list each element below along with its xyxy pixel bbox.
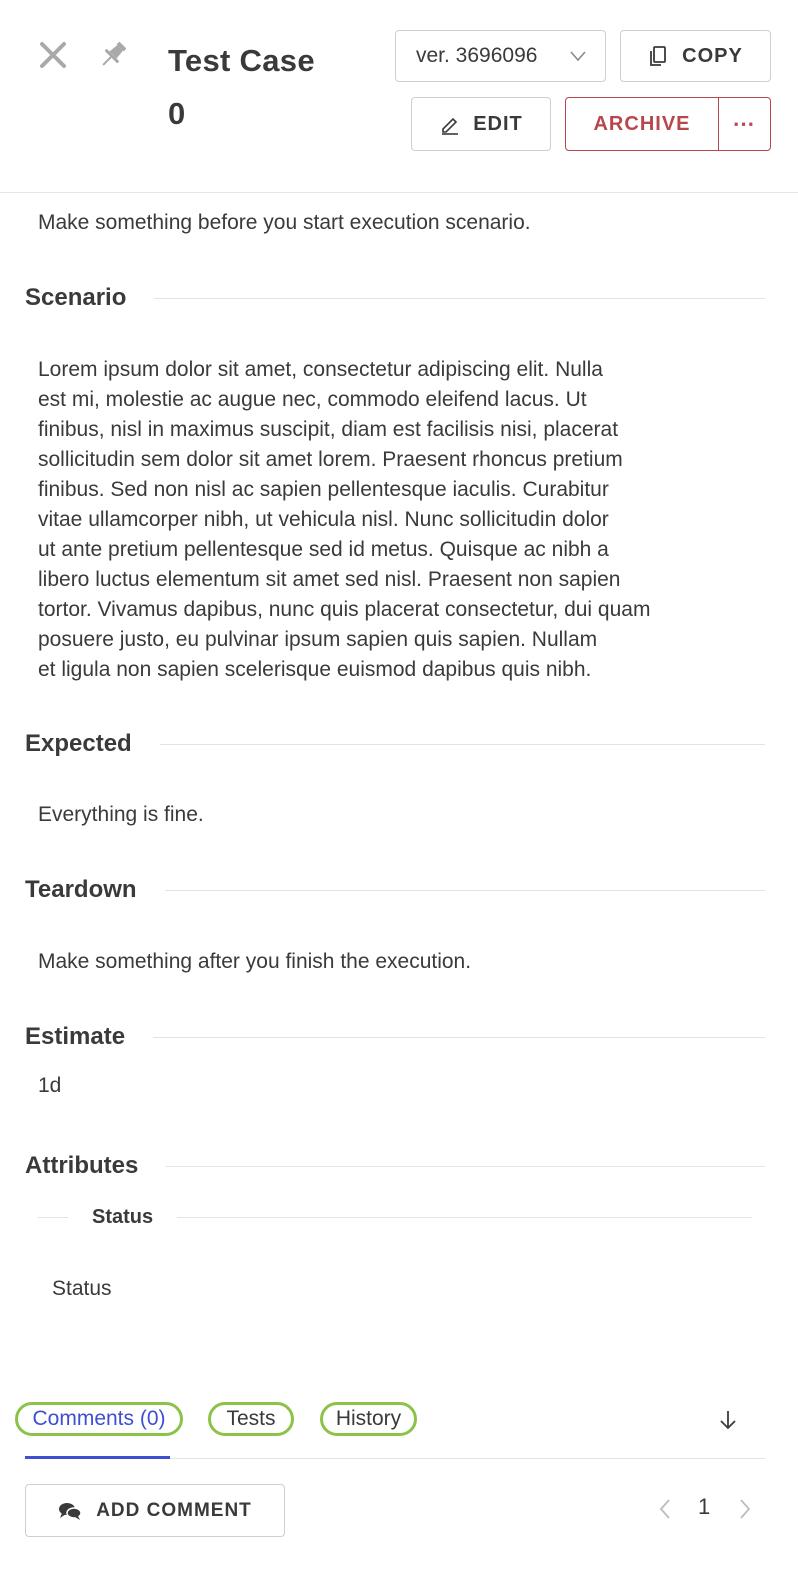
copy-icon [650, 46, 667, 66]
chevron-right-icon[interactable] [727, 1491, 763, 1527]
edit-label: EDIT [473, 112, 523, 135]
scenario-line: finibus, nisl in maximus suscipit, diam … [38, 418, 619, 441]
estimate-section-header: Estimate [25, 1022, 765, 1052]
scenario-line: vitae ullamcorper nibh, ut vehicula nisl… [38, 508, 609, 531]
attributes-section-header: Attributes [25, 1151, 765, 1181]
scenario-line: posuere justo, eu pulvinar ipsum sapien … [38, 628, 598, 651]
scenario-line: est mi, molestie ac augue nec, commodo e… [38, 388, 587, 411]
more-options-button[interactable]: ⋯ [718, 97, 771, 151]
close-icon[interactable] [35, 37, 71, 73]
add-comment-label: ADD COMMENT [96, 1499, 252, 1521]
tab-tests-label: Tests [226, 1407, 276, 1430]
divider [159, 743, 765, 745]
chevron-left-icon[interactable] [647, 1491, 683, 1527]
divider [153, 1036, 765, 1038]
divider [154, 297, 765, 299]
tab-history-label: History [335, 1407, 402, 1430]
version-label: ver. 3696096 [416, 44, 538, 67]
copy-button[interactable]: COPY [620, 30, 771, 82]
arrow-down-icon[interactable] [710, 1402, 746, 1438]
pin-icon[interactable] [95, 37, 131, 73]
divider [164, 889, 765, 891]
title-line-2: 0 [168, 96, 186, 131]
teardown-heading: Teardown [25, 876, 137, 903]
comments-icon [59, 1502, 82, 1520]
add-comment-button[interactable]: ADD COMMENT [25, 1484, 285, 1537]
status-subsection-header: Status [38, 1202, 752, 1232]
scenario-line: tortor. Vivamus dapibus, nunc quis place… [38, 598, 651, 621]
version-select[interactable]: ver. 3696096 [395, 30, 606, 82]
expected-section-header: Expected [25, 729, 765, 759]
page-number: 1 [698, 1494, 711, 1519]
edit-button[interactable]: EDIT [411, 97, 551, 151]
copy-label: COPY [682, 44, 743, 67]
archive-label: ARCHIVE [593, 112, 691, 135]
divider [38, 1216, 68, 1218]
estimate-heading: Estimate [25, 1023, 126, 1050]
tab-comments[interactable]: Comments (0) [15, 1402, 183, 1436]
tab-tests[interactable]: Tests [208, 1402, 294, 1436]
scenario-section-header: Scenario [25, 283, 765, 313]
teardown-text: Make something after you finish the exec… [38, 950, 472, 973]
status-value: Status [52, 1277, 112, 1300]
scenario-line: finibus. Sed non nisl ac sapien pellente… [38, 478, 609, 501]
teardown-section-header: Teardown [25, 875, 765, 905]
expected-text: Everything is fine. [38, 803, 204, 826]
archive-button[interactable]: ARCHIVE [565, 97, 719, 151]
scenario-line: sollicitudin sem dolor sit amet lorem. P… [38, 448, 623, 471]
scenario-line: et ligula non sapien scelerisque euismod… [38, 658, 592, 681]
scenario-line: Lorem ipsum dolor sit amet, consectetur … [38, 358, 603, 381]
tab-comments-label: Comments (0) [32, 1407, 166, 1430]
more-icon: ⋯ [732, 111, 757, 136]
estimate-value: 1d [38, 1074, 62, 1097]
scenario-text: Lorem ipsum dolor sit amet, consectetur … [38, 355, 758, 685]
scenario-line: libero luctus elementum sit amet sed nis… [38, 568, 621, 591]
active-tab-indicator [25, 1456, 170, 1459]
pencil-icon [442, 117, 459, 135]
scenario-line: ut ante pretium pellentesque sed id metu… [38, 538, 609, 561]
status-heading: Status [92, 1205, 154, 1228]
precondition-text: Make something before you start executio… [38, 211, 531, 234]
divider [177, 1216, 752, 1218]
attributes-heading: Attributes [25, 1152, 139, 1179]
header-bar: Test Case 0 ver. 3696096 COPY EDIT ARCHI… [0, 0, 798, 193]
divider [166, 1165, 765, 1167]
expected-heading: Expected [25, 730, 132, 757]
title-line-1: Test Case [168, 43, 315, 78]
page-title: Test Case 0 [168, 34, 368, 140]
tab-history[interactable]: History [320, 1402, 417, 1436]
scenario-heading: Scenario [25, 284, 127, 311]
chevron-down-icon [570, 51, 586, 62]
